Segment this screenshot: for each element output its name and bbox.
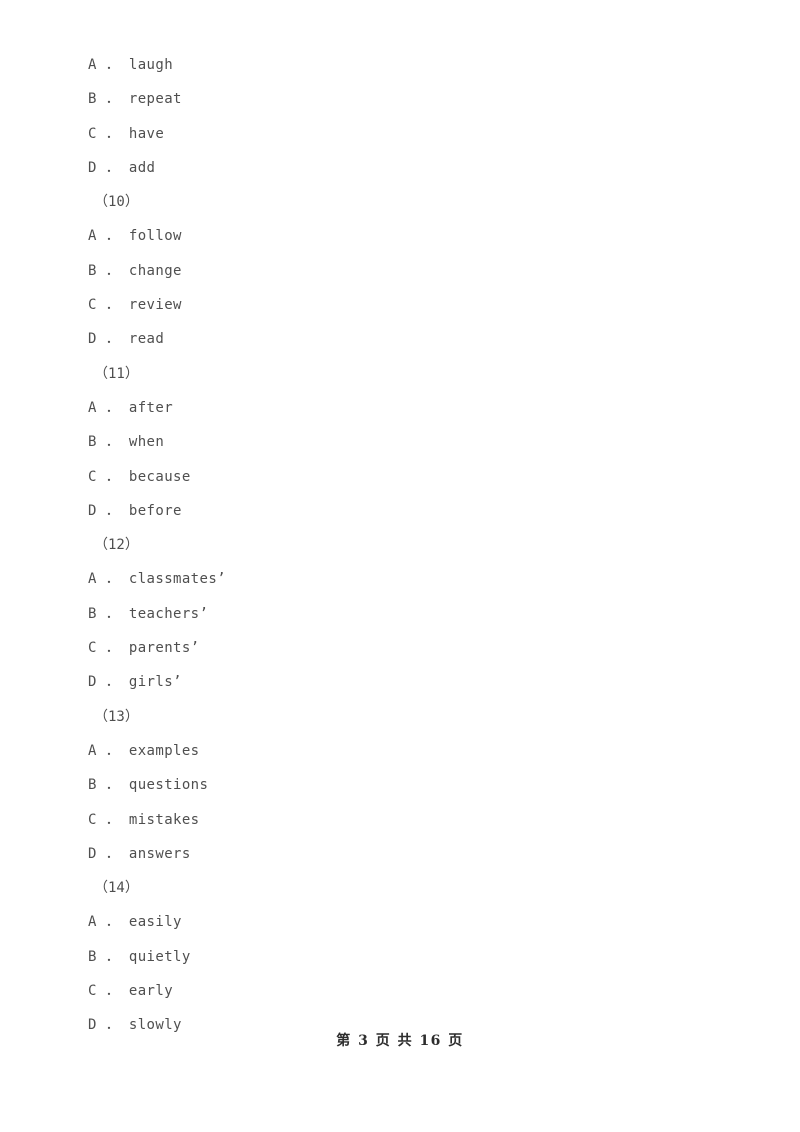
question-number: （11）: [94, 365, 139, 382]
answer-option: A ． easily: [88, 914, 182, 931]
answer-option: C ． review: [88, 297, 182, 314]
document-page: A ． laugh B ． repeat C ． have D ． add （10） A …: [0, 0, 800, 1132]
answer-option: C ． parents’: [88, 640, 200, 657]
answer-option: C ． mistakes: [88, 811, 200, 828]
page-footer: 第 3 页 共 16 页: [336, 1033, 464, 1049]
answer-option: D ． read: [88, 331, 165, 348]
answer-option: C ． early: [88, 983, 174, 1000]
answer-option: B ． questions: [88, 777, 209, 794]
answer-option: B ． quietly: [88, 948, 191, 965]
answer-option: D ． girls’: [88, 674, 182, 691]
answer-option: D ． answers: [88, 845, 191, 862]
answer-option: B ． teachers’: [88, 605, 209, 622]
answer-option: A ． after: [88, 399, 174, 416]
answer-option: A ． classmates’: [88, 571, 227, 588]
answer-option: D ． add: [88, 159, 156, 176]
answer-option: A ． laugh: [88, 57, 174, 73]
question-list: A ． laugh B ． repeat C ． have D ． add （10） A …: [88, 48, 708, 1043]
answer-option: B ． when: [88, 434, 165, 451]
answer-option: B ． repeat: [88, 91, 182, 108]
answer-option: D ． before: [88, 502, 182, 519]
answer-option: A ． follow: [88, 228, 182, 245]
answer-option: B ． change: [88, 262, 182, 279]
question-number: （13）: [94, 708, 139, 725]
answer-option: C ． because: [88, 468, 191, 485]
question-number: （14）: [94, 880, 139, 897]
question-number: （10）: [94, 194, 139, 211]
answer-option: A ． examples: [88, 742, 200, 759]
answer-option: C ． have: [88, 125, 165, 142]
question-number: （12）: [94, 537, 139, 554]
